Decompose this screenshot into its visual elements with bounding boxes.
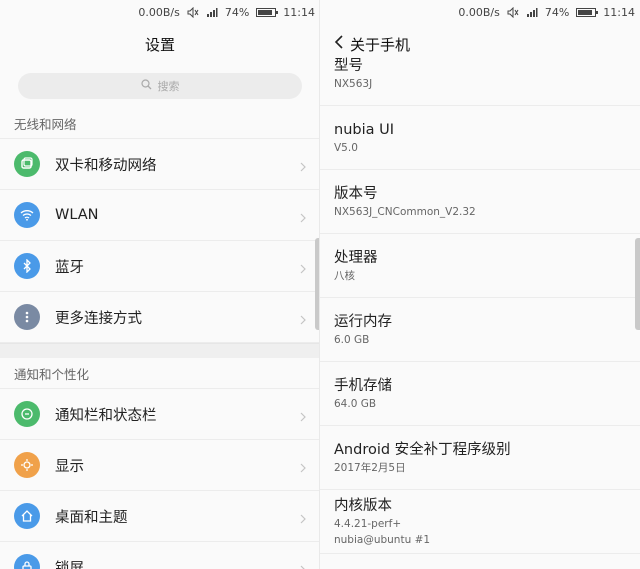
- display-icon: [14, 452, 40, 478]
- home-icon: [14, 503, 40, 529]
- clock: 11:14: [603, 5, 635, 19]
- settings-item-label: 双卡和移动网络: [55, 157, 157, 174]
- section-gap: [0, 343, 320, 358]
- about-phone-screen: 0.00B/s 74% 11:14 关于手机 型号 NX563J nubia UI V…: [320, 0, 640, 569]
- status-bar: 0.00B/s 74% 11:14: [320, 0, 640, 24]
- mute-icon: [187, 6, 199, 18]
- settings-item-display[interactable]: 显示: [0, 440, 320, 491]
- about-item[interactable]: 运行内存 6.0 GB: [320, 298, 640, 362]
- chevron-right-icon: [300, 509, 306, 528]
- mute-icon: [507, 6, 519, 18]
- about-item-value: NX563J: [334, 77, 373, 90]
- notification-icon: [14, 401, 40, 427]
- about-item[interactable]: 手机存储 64.0 GB: [320, 362, 640, 426]
- about-item-label: 手机存储: [334, 377, 392, 394]
- about-item[interactable]: nubia UI V5.0: [320, 106, 640, 170]
- settings-screen: 0.00B/s 74% 11:14 设置 搜索 无线和网络 双卡和移动网络 WLA…: [0, 0, 320, 569]
- about-item-value: 6.0 GB: [334, 333, 370, 346]
- settings-item-lock[interactable]: 锁屏: [0, 542, 320, 569]
- settings-item-bluetooth[interactable]: 蓝牙: [0, 241, 320, 292]
- battery-percent: 74%: [224, 5, 250, 19]
- about-item-value: NX563J_CNCommon_V2.32: [334, 205, 476, 218]
- settings-item-label: WLAN: [55, 207, 99, 223]
- section-header-wireless: 无线和网络: [0, 108, 320, 139]
- about-item-value: 64.0 GB: [334, 397, 377, 410]
- network-speed: 0.00B/s: [138, 5, 180, 19]
- lock-icon: [14, 554, 40, 569]
- section-header-personal: 通知和个性化: [0, 358, 320, 389]
- about-item-label: 型号: [334, 57, 363, 74]
- about-item[interactable]: 内核版本 4.4.21-perf+ nubia@ubuntu #1: [320, 490, 640, 554]
- chevron-right-icon: [300, 560, 306, 569]
- back-icon[interactable]: [334, 35, 344, 53]
- about-item[interactable]: 版本号 NX563J_CNCommon_V2.32: [320, 170, 640, 234]
- about-item-value: 2017年2月5日: [334, 461, 406, 474]
- settings-item-label: 显示: [55, 458, 84, 475]
- about-item-label: Android 安全补丁程序级别: [334, 441, 511, 458]
- settings-item-label: 锁屏: [55, 560, 84, 569]
- settings-item-label: 蓝牙: [55, 259, 84, 276]
- about-item-label: 版本号: [334, 185, 378, 202]
- chevron-right-icon: [300, 157, 306, 176]
- about-item-label: 运行内存: [334, 313, 392, 330]
- search-input[interactable]: 搜索: [18, 73, 302, 99]
- about-item[interactable]: 处理器 八核: [320, 234, 640, 298]
- search-placeholder: 搜索: [157, 80, 180, 93]
- settings-item-label: 通知栏和状态栏: [55, 407, 157, 424]
- more-icon: [14, 304, 40, 330]
- settings-item-more[interactable]: 更多连接方式: [0, 292, 320, 343]
- status-bar: 0.00B/s 74% 11:14: [0, 0, 320, 24]
- about-item-value: 4.4.21-perf+: [334, 517, 402, 530]
- settings-item-wifi[interactable]: WLAN: [0, 190, 320, 241]
- bluetooth-icon: [14, 253, 40, 279]
- about-item-value: 八核: [334, 269, 355, 282]
- battery-icon: [576, 7, 599, 17]
- clock: 11:14: [283, 5, 315, 19]
- wifi-icon: [14, 202, 40, 228]
- dual-sim-icon: [14, 151, 40, 177]
- about-item-value-secondary: nubia@ubuntu #1: [334, 533, 431, 546]
- settings-item-label: 更多连接方式: [55, 310, 142, 327]
- about-item-label: nubia UI: [334, 121, 394, 138]
- about-item[interactable]: Android 安全补丁程序级别 2017年2月5日: [320, 426, 640, 490]
- wireless-list: 双卡和移动网络 WLAN 蓝牙更多连接方式: [0, 139, 320, 343]
- chevron-right-icon: [300, 259, 306, 278]
- settings-item-home[interactable]: 桌面和主题: [0, 491, 320, 542]
- chevron-right-icon: [300, 407, 306, 426]
- battery-percent: 74%: [544, 5, 570, 19]
- search-icon: [140, 79, 152, 93]
- page-title: 设置: [144, 35, 175, 54]
- page-title: 关于手机: [350, 35, 411, 54]
- settings-item-notification[interactable]: 通知栏和状态栏: [0, 389, 320, 440]
- scroll-handle[interactable]: [635, 238, 640, 330]
- signal-icon: [206, 7, 218, 18]
- chevron-right-icon: [300, 310, 306, 329]
- chevron-right-icon: [300, 208, 306, 227]
- chevron-right-icon: [300, 458, 306, 477]
- settings-item-label: 桌面和主题: [55, 509, 128, 526]
- about-item-value: V5.0: [334, 141, 358, 154]
- network-speed: 0.00B/s: [458, 5, 500, 19]
- about-item-label: 处理器: [334, 249, 378, 266]
- signal-icon: [526, 7, 538, 18]
- personal-list: 通知栏和状态栏 显示桌面和主题锁屏: [0, 389, 320, 569]
- battery-icon: [256, 7, 279, 17]
- settings-item-dual-sim[interactable]: 双卡和移动网络: [0, 139, 320, 190]
- about-item-label: 内核版本: [334, 497, 392, 514]
- about-list: 型号 NX563J nubia UI V5.0 版本号 NX563J_CNCommon_V…: [320, 42, 640, 554]
